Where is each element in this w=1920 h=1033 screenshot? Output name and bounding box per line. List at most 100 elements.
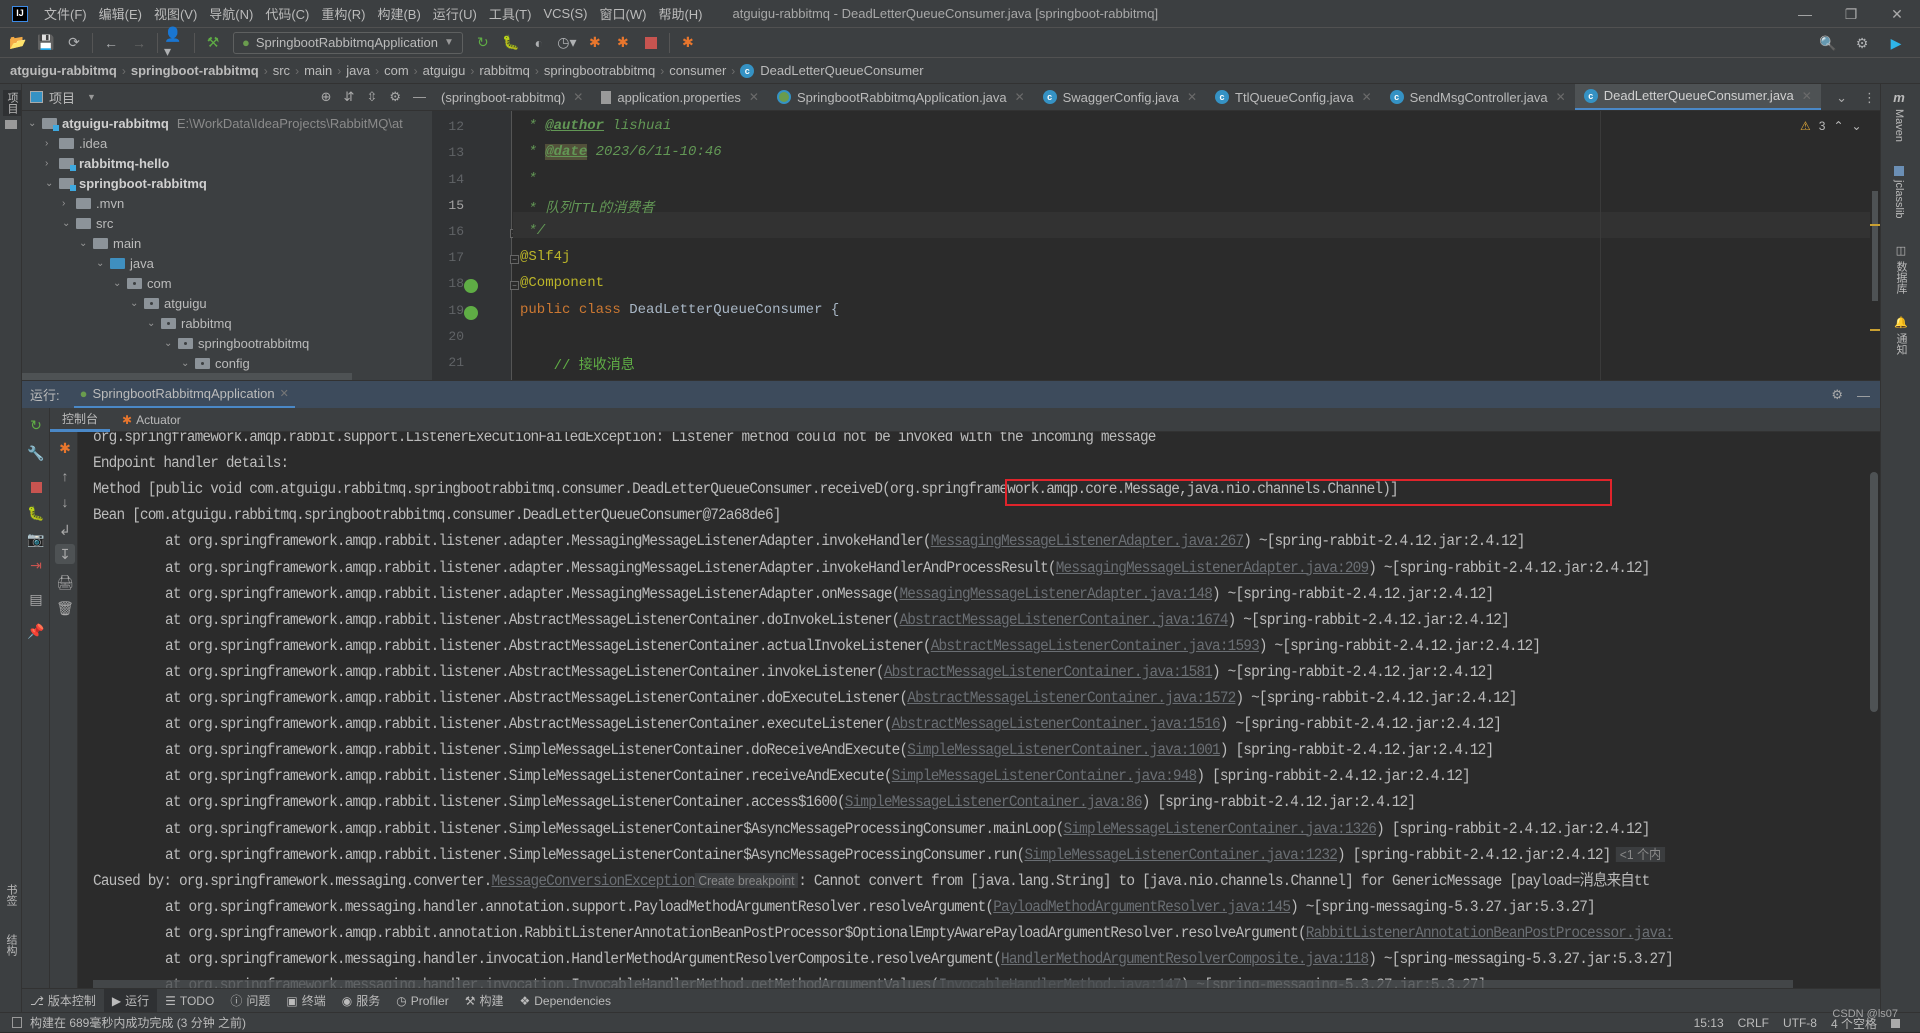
close-tab-icon[interactable]: ✕ [1362,90,1372,104]
source-link[interactable]: MessagingMessageListenerAdapter.java:148 [899,585,1212,603]
menu-item[interactable]: 窗口(W) [594,4,653,23]
editor-tab[interactable]: (springboot-rabbitmq) ✕ [432,84,592,110]
chevron-down-icon[interactable]: ⌄ [113,278,127,289]
source-link[interactable]: MessagingMessageListenerAdapter.java:267 [931,532,1244,550]
tool-window-terminal[interactable]: ▣ 终端 [278,989,333,1013]
create-breakpoint-hint[interactable]: Create breakpoint [694,872,799,888]
plugin-icon[interactable]: ✱ [676,31,700,55]
restore-icon[interactable]: ❐ [1828,0,1874,28]
chevron-down-icon[interactable]: ⌄ [164,338,178,349]
more-icon[interactable]: ⋮ [1863,90,1876,106]
source-link[interactable]: HandlerMethodArgumentResolverComposite.j… [1001,950,1369,968]
breadcrumb-item[interactable]: springboot-rabbitmq [131,63,259,78]
tree-node[interactable]: ⌄ java [96,253,154,273]
file-encoding[interactable]: UTF-8 [1783,1016,1817,1030]
close-tab-icon[interactable]: ✕ [1015,90,1025,104]
breadcrumb-item[interactable]: java [346,63,370,78]
chevron-down-icon[interactable]: ⌄ [130,298,144,309]
gear-icon[interactable]: ⚙ [1850,31,1874,55]
source-link[interactable]: AbstractMessageListenerContainer.java:15… [907,689,1236,707]
chevron-right-icon[interactable]: › [45,138,59,149]
stop-icon[interactable] [639,31,663,55]
minimize-icon[interactable]: — [1782,0,1828,28]
tool-window-build[interactable]: ⚒ 构建 [457,989,512,1013]
breadcrumb-item[interactable]: src [273,63,290,78]
breadcrumb-item[interactable]: DeadLetterQueueConsumer [760,63,923,78]
code-line[interactable]: */ [520,223,545,239]
code-line[interactable]: public class DeadLetterQueueConsumer { [520,302,839,318]
menu-item[interactable]: 重构(R) [315,4,371,23]
print-icon[interactable]: 🖨 [55,572,75,592]
tabs-dropdown-icon[interactable]: ⌄ [1836,90,1847,106]
source-link[interactable]: MessagingMessageListenerAdapter.java:209 [1056,559,1369,577]
debug-attach-icon[interactable]: 🐛 [27,504,45,522]
close-tab-icon[interactable]: ✕ [1556,90,1566,104]
source-link[interactable]: AbstractMessageListenerContainer.java:15… [931,637,1260,655]
open-folder-icon[interactable]: 📂 [6,31,30,55]
status-message[interactable]: 构建在 689毫秒内成功完成 (3 分钟 之前) [30,1014,246,1031]
tree-node[interactable]: › rabbitmq-hello [45,153,169,173]
fold-icon[interactable]: − [510,255,519,265]
menu-item[interactable]: 代码(C) [259,4,315,23]
trash-icon[interactable]: 🗑 [55,598,75,618]
cursor-position[interactable]: 15:13 [1694,1016,1724,1030]
console-output[interactable]: org.springframework.amqp.rabbit.support.… [78,432,1880,988]
console-scrollbar[interactable] [1870,472,1878,712]
code-line[interactable]: * 队列TTL的消费者 [520,197,654,217]
wrench-icon[interactable]: 🔧 [27,444,45,462]
source-link[interactable]: SimpleMessageListenerContainer.java:1001 [907,741,1220,759]
breadcrumb-item[interactable]: main [304,63,332,78]
code-editor[interactable]: 11−1213141516−17−18−192021 /** * @author… [432,111,1880,380]
source-link[interactable]: SimpleMessageListenerContainer.java:86 [845,793,1143,811]
close-tab-icon[interactable]: ✕ [1187,90,1197,104]
debug-with-actuator-icon[interactable]: ✱ [611,31,635,55]
project-panel-title[interactable]: 项目 [49,88,75,107]
close-tab-icon[interactable]: ✕ [1802,89,1812,103]
subtab-actuator[interactable]: ✱ Actuator [110,408,193,432]
left-strip-bookmarks[interactable]: 书签 [3,884,19,906]
chevron-down-icon[interactable]: ⌄ [181,358,195,369]
close-tab-icon[interactable]: ✕ [280,387,289,400]
code-line[interactable]: @Component [520,275,604,291]
hide-icon[interactable]: — [413,89,426,105]
chevron-right-icon[interactable]: › [45,158,59,169]
collapsed-frames-hint[interactable]: <1 个内 [1616,846,1665,862]
tree-node[interactable]: › .mvn [62,193,124,213]
build-hammer-icon[interactable]: ⚒ [201,31,225,55]
chevron-down-icon[interactable]: ⌄ [147,318,161,329]
source-link[interactable]: SimpleMessageListenerContainer.java:1232 [1024,846,1337,864]
run-with-actuator-icon[interactable]: ✱ [583,31,607,55]
source-link[interactable]: RabbitListenerAnnotationBeanPostProcesso… [1306,924,1674,942]
breadcrumb-item[interactable]: springbootrabbitmq [544,63,655,78]
next-highlight-icon[interactable]: ⌄ [1852,119,1862,133]
menu-item[interactable]: 帮助(H) [652,4,708,23]
stop-icon[interactable] [27,478,45,496]
fold-icon[interactable]: − [510,281,519,291]
collapse-all-icon[interactable]: ⇳ [366,89,377,105]
editor-tab[interactable]: c SwaggerConfig.java ✕ [1034,84,1206,110]
save-icon[interactable]: 💾 [34,31,58,55]
exit-icon[interactable]: ⇥ [27,556,45,574]
right-strip-maven[interactable]: m Maven [1893,90,1905,142]
warning-icon[interactable]: ⚠ [1800,119,1811,133]
tree-node[interactable]: ⌄ atguigu-rabbitmq E:\WorkData\IdeaProject… [28,113,403,133]
profile-icon[interactable]: ◷▾ [555,31,579,55]
prev-highlight-icon[interactable]: ⌃ [1833,119,1843,133]
breadcrumb-item[interactable]: atguigu-rabbitmq [10,63,117,78]
close-tab-icon[interactable]: ✕ [749,90,759,104]
chevron-down-icon[interactable]: ▼ [87,92,96,102]
spring-bean-icon[interactable] [464,305,478,320]
warning-count[interactable]: 3 [1819,119,1826,133]
tool-window-vcs[interactable]: ⎇ 版本控制 [22,989,104,1013]
code-line[interactable]: // 接收消息 [520,354,635,374]
menu-item[interactable]: 导航(N) [203,4,259,23]
chevron-down-icon[interactable]: ⌄ [45,178,59,189]
code-line[interactable]: @Slf4j [520,249,570,265]
menu-item[interactable]: VCS(S) [537,6,593,21]
tree-node[interactable]: › .idea [45,133,107,153]
tool-window-problem[interactable]: ⓘ 问题 [222,989,278,1013]
chevron-down-icon[interactable]: ⌄ [62,218,76,229]
editor-scrollbar[interactable] [1870,141,1880,380]
editor-tab[interactable]: c SendMsgController.java ✕ [1381,84,1575,110]
tool-window-services[interactable]: ◉ 服务 [334,989,389,1013]
